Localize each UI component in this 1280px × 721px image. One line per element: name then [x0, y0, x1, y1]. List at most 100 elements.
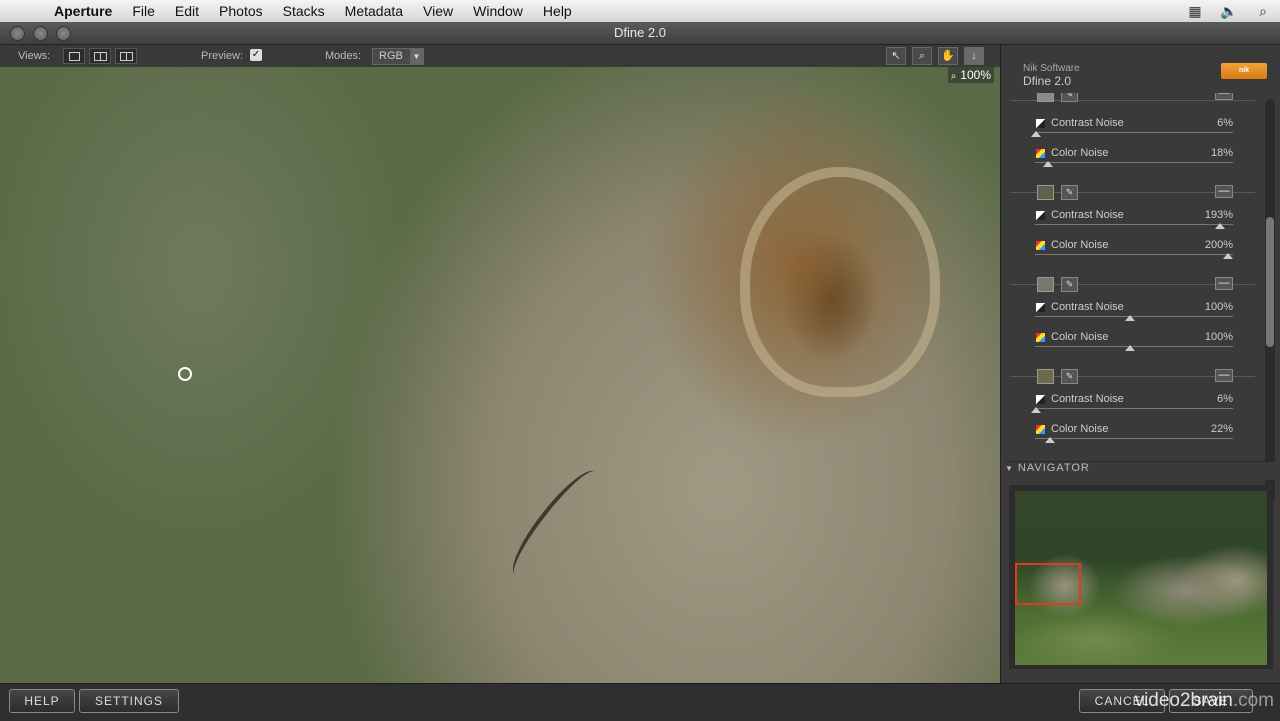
menu-edit[interactable]: Edit — [165, 3, 209, 19]
slider-thumb[interactable] — [1031, 131, 1041, 137]
slider-label: Contrast Noise — [1051, 209, 1124, 221]
slider-thumb[interactable] — [1125, 345, 1135, 351]
eyedropper-icon[interactable]: ✎ — [1061, 185, 1078, 200]
remove-group-button[interactable]: — — [1215, 93, 1233, 100]
menu-photos[interactable]: Photos — [209, 3, 273, 19]
navigator-label: NAVIGATOR — [1017, 462, 1090, 474]
single-view-button[interactable] — [63, 48, 85, 64]
slider-track[interactable] — [1035, 254, 1233, 255]
slider-value: 18% — [1210, 147, 1233, 159]
remove-group-button[interactable]: — — [1215, 185, 1233, 198]
color-noise-slider[interactable]: Color Noise 200% — [1031, 237, 1235, 267]
slider-track[interactable] — [1035, 224, 1233, 225]
brand: Nik Software Dfine 2.0 — [1023, 63, 1080, 87]
color-swatch[interactable] — [1037, 93, 1054, 102]
slider-value: 100% — [1204, 301, 1233, 313]
eyedropper-icon[interactable]: ↓ — [964, 47, 984, 65]
slider-value: 6% — [1217, 117, 1233, 129]
menu-metadata[interactable]: Metadata — [335, 3, 413, 19]
pointer-icon[interactable]: ↖ — [886, 47, 906, 65]
scrollbar-thumb[interactable] — [1266, 217, 1274, 347]
slider-thumb[interactable] — [1031, 407, 1041, 413]
slider-thumb[interactable] — [1215, 223, 1225, 229]
noise-group: ✎ — Contrast Noise 6% Color Noise 22% — [1007, 369, 1261, 461]
color-noise-slider[interactable]: Color Noise 18% — [1031, 145, 1235, 175]
slider-thumb[interactable] — [1125, 315, 1135, 321]
slider-track[interactable] — [1035, 438, 1233, 439]
navigator-header[interactable]: ▼ NAVIGATOR — [1005, 461, 1275, 480]
views-label: Views: — [18, 50, 51, 62]
navigator — [1009, 485, 1273, 669]
slider-thumb[interactable] — [1045, 437, 1055, 443]
zoom-window-button[interactable] — [56, 26, 71, 41]
contrast-noise-slider[interactable]: Contrast Noise 6% — [1031, 115, 1235, 145]
product-name: Dfine 2.0 — [1023, 74, 1072, 88]
slider-track[interactable] — [1035, 408, 1233, 409]
watermark-main: video2brain — [1134, 690, 1233, 711]
spotlight-icon[interactable]: ⌕ — [1246, 3, 1280, 20]
close-window-button[interactable] — [10, 26, 25, 41]
color-icon — [1036, 241, 1045, 250]
side-by-side-view-button[interactable] — [115, 48, 137, 64]
color-icon — [1036, 425, 1045, 434]
watermark: video2brain.com — [1135, 690, 1274, 712]
menu-window[interactable]: Window — [463, 3, 533, 19]
slider-thumb[interactable] — [1043, 161, 1053, 167]
slider-value: 200% — [1204, 239, 1233, 251]
noise-group: ✎ — Contrast Noise 193% Color Noise 200% — [1007, 185, 1261, 277]
help-button[interactable]: HELP — [9, 689, 75, 713]
color-swatch[interactable] — [1037, 369, 1054, 384]
eyedropper-icon[interactable]: ✎ — [1061, 369, 1078, 384]
disclosure-triangle-icon[interactable]: ▼ — [1005, 464, 1014, 473]
menu-file[interactable]: File — [122, 3, 165, 19]
navigator-thumbnail[interactable] — [1015, 491, 1267, 665]
color-noise-slider[interactable]: Color Noise 22% — [1031, 421, 1235, 451]
display-icon[interactable]: ▦ — [1178, 3, 1212, 20]
volume-icon[interactable]: 🔈 — [1212, 3, 1246, 20]
zoom-value: 100% — [960, 68, 991, 82]
color-swatch[interactable] — [1037, 185, 1054, 200]
contrast-icon — [1036, 119, 1045, 128]
contrast-icon — [1036, 395, 1045, 404]
preview-checkbox[interactable]: ✓ — [250, 49, 262, 61]
eyedropper-icon[interactable]: ✎ — [1061, 93, 1078, 102]
color-swatch[interactable] — [1037, 277, 1054, 292]
menu-help[interactable]: Help — [533, 3, 582, 19]
menu-bar: Aperture File Edit Photos Stacks Metadat… — [0, 0, 1280, 23]
navigator-viewport-box[interactable] — [1015, 563, 1081, 605]
toolbar: Views: Preview: ✓ Modes: RGB ▼ ↖ ⌕ ✋ ↓ — [0, 45, 1000, 67]
zoom-small-icon: ⌕ — [950, 71, 957, 82]
photo-lion-ear — [740, 167, 940, 397]
slider-thumb[interactable] — [1223, 253, 1233, 259]
slider-value: 100% — [1204, 331, 1233, 343]
menu-view[interactable]: View — [413, 3, 463, 19]
menu-stacks[interactable]: Stacks — [273, 3, 335, 19]
color-noise-slider[interactable]: Color Noise 100% — [1031, 329, 1235, 359]
settings-button[interactable]: SETTINGS — [79, 689, 179, 713]
hand-icon[interactable]: ✋ — [938, 47, 958, 65]
menu-app[interactable]: Aperture — [54, 3, 122, 19]
remove-group-button[interactable]: — — [1215, 369, 1233, 382]
slider-label: Color Noise — [1051, 331, 1109, 343]
minimize-window-button[interactable] — [33, 26, 48, 41]
contrast-noise-slider[interactable]: Contrast Noise 100% — [1031, 299, 1235, 329]
noise-group: ✎ — Contrast Noise 6% Color Noise 18% — [1007, 93, 1261, 185]
eyedropper-icon[interactable]: ✎ — [1061, 277, 1078, 292]
image-canvas[interactable]: ⌕ 100% — [0, 67, 1000, 683]
slider-label: Contrast Noise — [1051, 393, 1124, 405]
modes-select[interactable]: RGB ▼ — [372, 48, 424, 65]
remove-group-button[interactable]: — — [1215, 277, 1233, 290]
contrast-noise-slider[interactable]: Contrast Noise 193% — [1031, 207, 1235, 237]
split-view-button[interactable] — [89, 48, 111, 64]
slider-label: Color Noise — [1051, 423, 1109, 435]
panel-scrollbar[interactable] — [1265, 99, 1275, 503]
chevron-down-icon: ▼ — [410, 49, 423, 64]
contrast-noise-slider[interactable]: Contrast Noise 6% — [1031, 391, 1235, 421]
zoom-icon[interactable]: ⌕ — [912, 47, 932, 65]
slider-label: Color Noise — [1051, 239, 1109, 251]
slider-value: 22% — [1210, 423, 1233, 435]
slider-label: Color Noise — [1051, 147, 1109, 159]
slider-track[interactable] — [1035, 132, 1233, 133]
slider-value: 6% — [1217, 393, 1233, 405]
slider-track[interactable] — [1035, 162, 1233, 163]
